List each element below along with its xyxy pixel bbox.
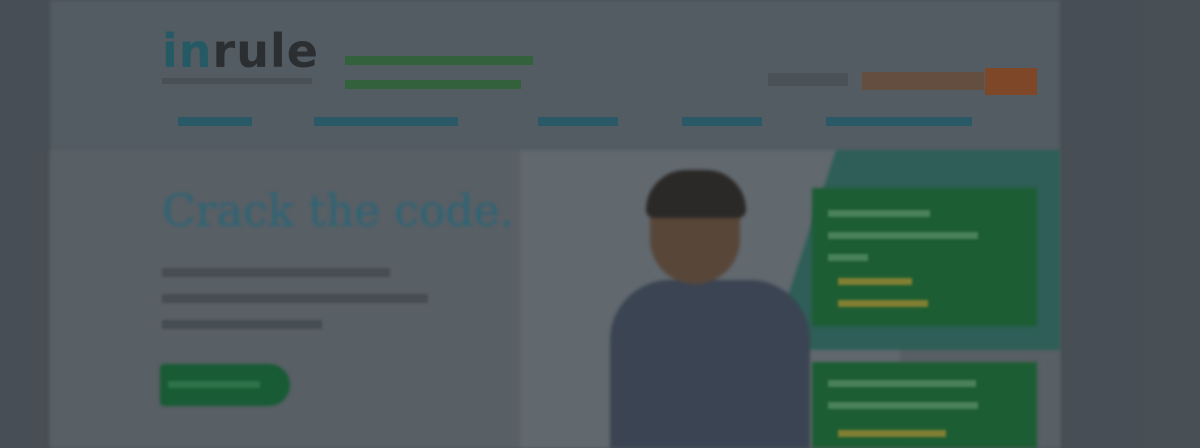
promo-1-link-2[interactable] [838, 300, 928, 307]
search-button[interactable] [985, 68, 1037, 95]
logo-rule: rule [212, 24, 319, 78]
hero-body-line-3 [162, 320, 322, 329]
search-input[interactable] [862, 72, 984, 90]
person-body [610, 280, 810, 448]
hero-cta-label-line [168, 381, 260, 388]
nav-item-4[interactable] [682, 117, 762, 126]
promo-2-line-1 [828, 380, 976, 387]
nav-item-2[interactable] [314, 117, 458, 126]
promo-2-link-1[interactable] [838, 430, 946, 437]
header-tagline-line-1 [345, 56, 533, 65]
inrule-logo[interactable]: inrule [162, 28, 319, 74]
hero-body-line-1 [162, 268, 390, 277]
nav-item-5[interactable] [826, 117, 972, 126]
hero-headline: Crack the code. [162, 186, 514, 237]
logo-subtitle [162, 78, 312, 84]
promo-2-line-2 [828, 402, 978, 409]
promo-1-line-1 [828, 210, 930, 217]
header-tagline-line-2 [345, 80, 521, 89]
promo-1-line-2 [828, 232, 978, 239]
nav-item-3[interactable] [538, 117, 618, 126]
promo-1-line-3 [828, 254, 868, 261]
nav-item-1[interactable] [178, 117, 252, 126]
hero-body-line-2 [162, 294, 428, 303]
promo-1-link-1[interactable] [838, 278, 912, 285]
header-link[interactable] [768, 73, 848, 86]
logo-in: in [162, 24, 213, 78]
